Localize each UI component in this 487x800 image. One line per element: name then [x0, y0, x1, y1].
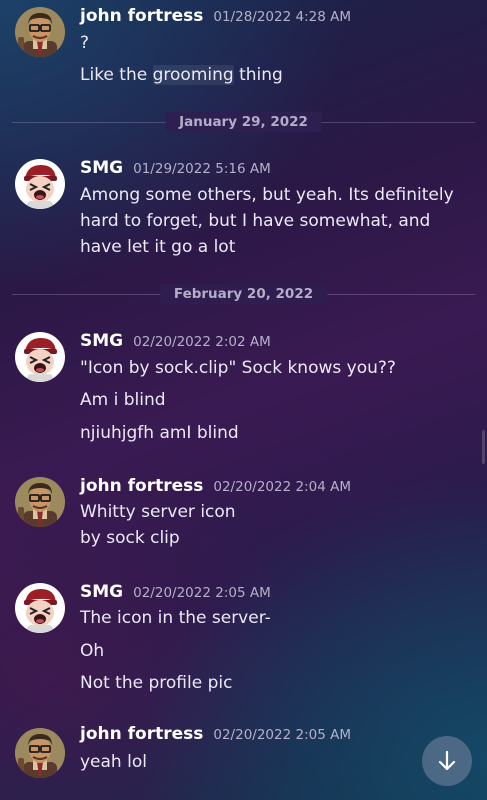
author-name[interactable]: SMG: [80, 582, 123, 602]
message-group: john fortress 02/20/2022 2:05 AM yeah lol: [0, 724, 487, 800]
message-timestamp: 02/20/2022 2:02 AM: [133, 334, 271, 350]
jump-to-present-button[interactable]: [422, 736, 472, 786]
message-author[interactable]: john fortress 02/20/2022 2:04 AM: [80, 476, 351, 496]
author-name[interactable]: SMG: [80, 331, 123, 351]
message-timestamp: 01/29/2022 5:16 AM: [133, 161, 271, 177]
message-timestamp: 02/20/2022 2:04 AM: [213, 479, 351, 495]
message-author[interactable]: SMG 02/20/2022 2:05 AM: [80, 582, 271, 602]
message-timestamp: 02/20/2022 2:05 AM: [133, 585, 271, 601]
avatar[interactable]: [15, 477, 65, 527]
message-group: SMG 02/20/2022 2:02 AM "Icon by sock.clip…: [0, 328, 487, 458]
message-group: john fortress 02/20/2022 2:04 AM Whitty s…: [0, 473, 487, 563]
avatar[interactable]: [15, 159, 65, 209]
avatar[interactable]: [15, 728, 65, 778]
author-name[interactable]: SMG: [80, 158, 123, 178]
message-text: Am i blind: [80, 390, 166, 410]
date-divider-label: January 29, 2022: [165, 112, 322, 132]
message-text-with-highlight: Like the grooming thing: [80, 65, 283, 85]
scrollbar[interactable]: [482, 430, 485, 464]
message-text: njiuhjgfh amI blind: [80, 423, 239, 443]
message-timestamp: 01/28/2022 4:28 AM: [213, 9, 351, 25]
message-timestamp: 02/20/2022 2:05 AM: [213, 727, 351, 743]
message-text: Oh: [80, 641, 105, 661]
date-divider: February 20, 2022: [12, 284, 475, 304]
message-group: SMG 02/20/2022 2:05 AM The icon in the se…: [0, 579, 487, 699]
message-text: Like the grooming thing: [80, 62, 473, 88]
message-group: john fortress 01/28/2022 4:28 AM ? Like t…: [0, 0, 487, 100]
message-author[interactable]: SMG 01/29/2022 5:16 AM: [80, 158, 271, 178]
avatar[interactable]: [15, 583, 65, 633]
message-text: ?: [80, 33, 90, 53]
message-text: yeah lol: [80, 752, 147, 772]
message-text: Among some others, but yeah. Its definit…: [80, 185, 454, 257]
message-text: "Icon by sock.clip" Sock knows you??: [80, 358, 396, 378]
message-author[interactable]: john fortress 01/28/2022 4:28 AM: [80, 6, 351, 26]
message-text: Not the profile pic: [80, 673, 233, 693]
message-text: The icon in the server-: [80, 608, 271, 628]
date-divider: January 29, 2022: [12, 112, 475, 132]
message-author[interactable]: john fortress 02/20/2022 2:05 AM: [80, 724, 351, 744]
avatar[interactable]: [15, 332, 65, 382]
arrow-down-icon: [438, 750, 456, 771]
author-name[interactable]: john fortress: [80, 724, 203, 744]
message-author[interactable]: SMG 02/20/2022 2:02 AM: [80, 331, 271, 351]
message-group: SMG 01/29/2022 5:16 AM Among some others,…: [0, 155, 487, 265]
message-text: Whitty server icon by sock clip: [80, 502, 236, 548]
highlighted-word: grooming: [152, 65, 234, 85]
date-divider-label: February 20, 2022: [159, 284, 328, 304]
avatar[interactable]: [15, 7, 65, 57]
author-name[interactable]: john fortress: [80, 476, 203, 496]
author-name[interactable]: john fortress: [80, 6, 203, 26]
